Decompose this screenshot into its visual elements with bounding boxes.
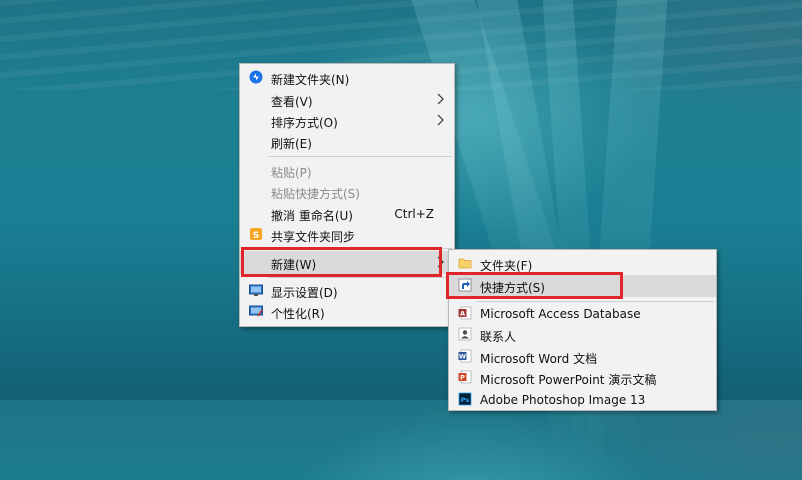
- menu-item-label: 新建文件夹(N): [271, 73, 350, 87]
- submenu-item-label: Microsoft PowerPoint 演示文稿: [480, 373, 657, 387]
- contact-icon: [458, 327, 472, 341]
- menu-item-label: 查看(V): [271, 95, 313, 109]
- menu-item-undo-rename[interactable]: 撤消 重命名(U) Ctrl+Z: [240, 203, 454, 225]
- submenu-item-powerpoint[interactable]: P Microsoft PowerPoint 演示文稿: [449, 367, 716, 389]
- submenu-item-photoshop[interactable]: Ps Adobe Photoshop Image 13: [449, 389, 716, 411]
- submenu-item-label: 联系人: [480, 330, 517, 344]
- access-icon: A: [458, 306, 472, 320]
- powerpoint-icon: P: [458, 370, 472, 384]
- svg-text:Ps: Ps: [461, 396, 470, 404]
- submenu-item-word-document[interactable]: W Microsoft Word 文档: [449, 346, 716, 368]
- menu-item-label: 共享文件夹同步: [271, 230, 356, 244]
- menu-item-label: 刷新(E): [271, 137, 312, 151]
- submenu-item-access-database[interactable]: A Microsoft Access Database: [449, 303, 716, 325]
- highlight-box-new: [241, 247, 442, 277]
- menu-item-paste-shortcut[interactable]: 粘贴快捷方式(S): [240, 181, 454, 203]
- submenu-item-label: Microsoft Access Database: [480, 307, 641, 321]
- keyboard-shortcut: Ctrl+Z: [394, 207, 434, 221]
- sync-folder-icon: S: [250, 228, 262, 241]
- menu-item-display-settings[interactable]: 显示设置(D): [240, 280, 454, 302]
- menu-item-label: 显示设置(D): [271, 286, 338, 300]
- display-settings-icon: [249, 284, 263, 296]
- menu-item-new-folder[interactable]: 新建文件夹(N): [240, 67, 454, 89]
- menu-separator: [268, 277, 452, 278]
- menu-item-refresh[interactable]: 刷新(E): [240, 131, 454, 153]
- personalize-icon: [249, 305, 263, 317]
- menu-item-label: 排序方式(O): [271, 116, 338, 130]
- desktop-context-menu: 新建文件夹(N) 查看(V) 排序方式(O) 刷新(E) 粘贴(P) 粘贴快捷方…: [239, 63, 455, 327]
- highlight-box-shortcut: [446, 272, 623, 299]
- menu-item-label: 个性化(R): [271, 307, 325, 321]
- photoshop-icon: Ps: [458, 392, 472, 406]
- svg-text:S: S: [253, 231, 259, 241]
- menu-item-label: 粘贴(P): [271, 166, 312, 180]
- word-icon: W: [458, 349, 472, 363]
- new-folder-icon: [249, 70, 263, 84]
- submenu-item-contact[interactable]: 联系人: [449, 324, 716, 346]
- menu-item-sort-by[interactable]: 排序方式(O): [240, 110, 454, 132]
- menu-item-personalize[interactable]: 个性化(R): [240, 301, 454, 323]
- svg-text:P: P: [460, 374, 465, 382]
- svg-text:W: W: [459, 353, 466, 361]
- folder-icon: [458, 258, 472, 269]
- submenu-item-label: Adobe Photoshop Image 13: [480, 393, 646, 407]
- svg-text:A: A: [460, 310, 465, 318]
- menu-item-label: 撤消 重命名(U): [271, 209, 353, 223]
- chevron-right-icon: [437, 114, 444, 126]
- menu-separator: [477, 301, 714, 302]
- submenu-item-label: Microsoft Word 文档: [480, 352, 598, 366]
- chevron-right-icon: [437, 93, 444, 105]
- menu-separator: [268, 156, 452, 157]
- menu-item-paste[interactable]: 粘贴(P): [240, 160, 454, 182]
- menu-item-label: 粘贴快捷方式(S): [271, 187, 360, 201]
- menu-item-shared-folder-sync[interactable]: S 共享文件夹同步: [240, 224, 454, 246]
- menu-item-view[interactable]: 查看(V): [240, 89, 454, 111]
